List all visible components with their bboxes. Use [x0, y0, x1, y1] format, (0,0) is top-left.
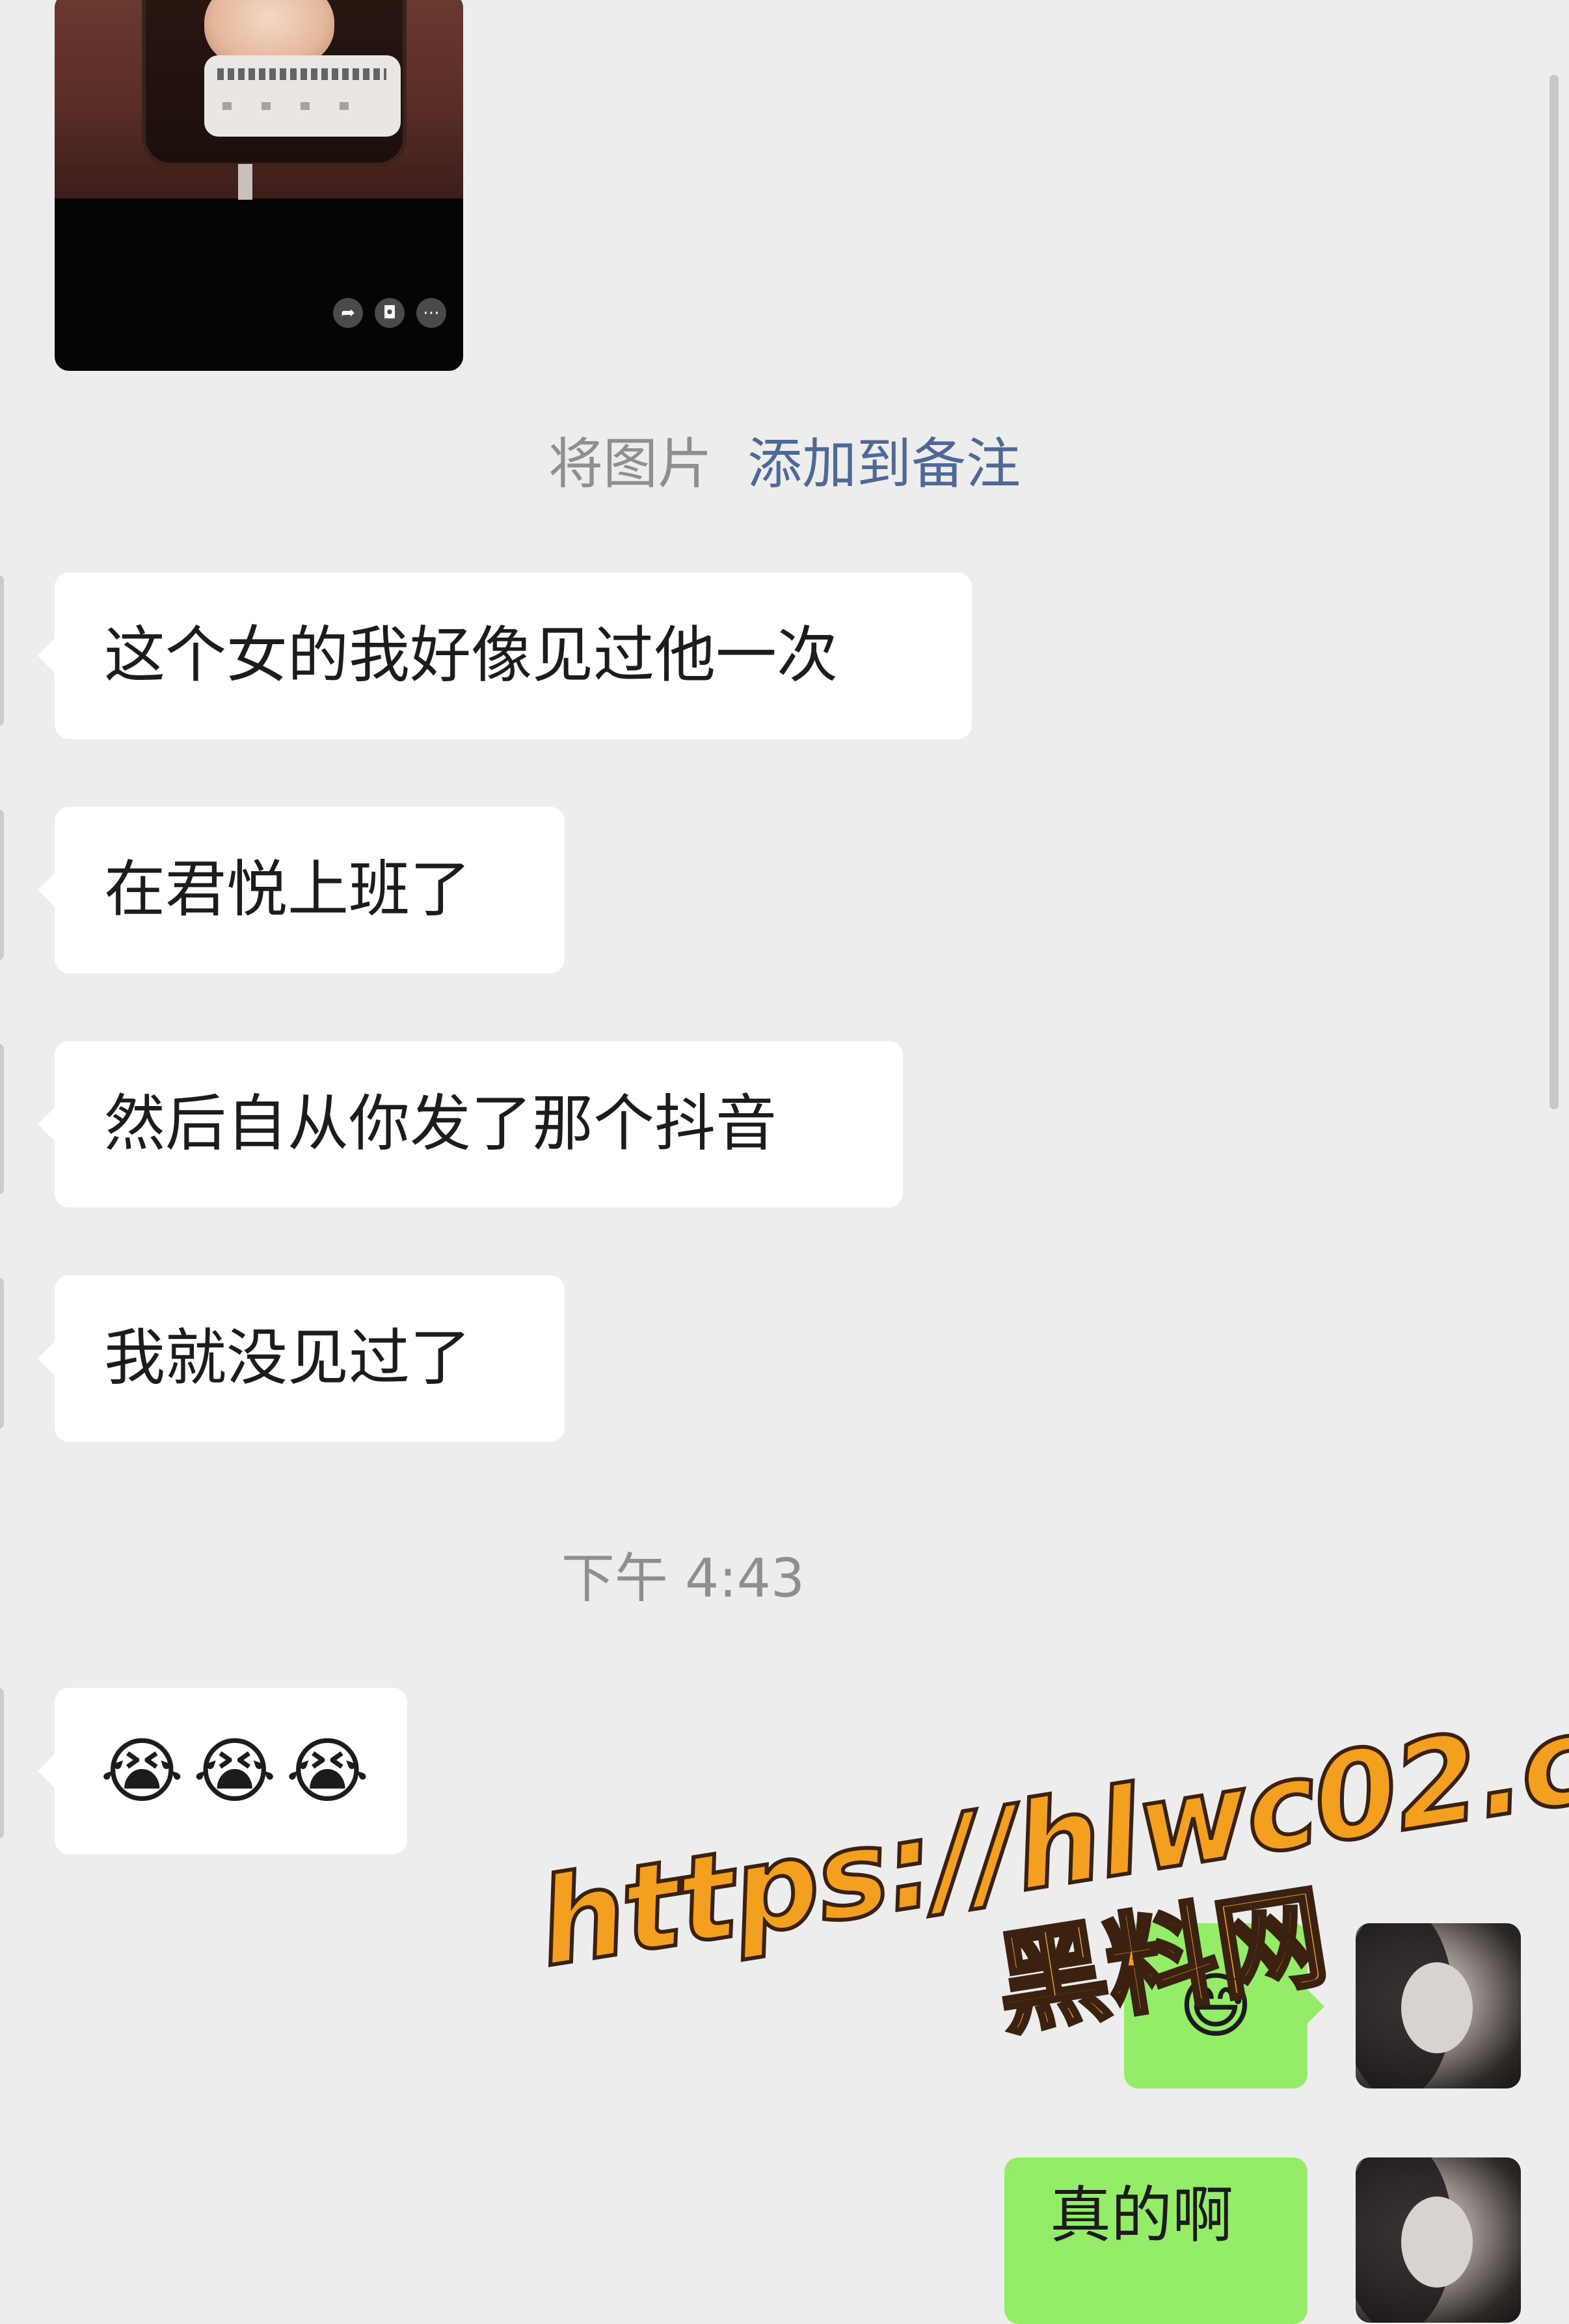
contact-avatar[interactable] — [0, 1044, 4, 1195]
self-avatar-face — [1401, 1962, 1473, 2053]
save-icon[interactable]: ◘ — [375, 298, 405, 328]
image-message-digits — [217, 68, 386, 80]
incoming-message[interactable]: 在君悦上班了 — [38, 807, 565, 973]
message-timestamp: 下午 4:43 — [561, 1548, 805, 1610]
image-message-stand — [238, 164, 252, 200]
incoming-message[interactable]: 这个女的我好像见过他一次 — [38, 573, 972, 739]
crying-face-icon: 😭 — [286, 1729, 369, 1813]
image-message-phone-graphic — [146, 0, 403, 163]
system-hint-text: 将图片 — [548, 432, 712, 496]
incoming-emoji-message[interactable]: 😭 😭 😭 — [38, 1688, 407, 1854]
image-message[interactable]: ➦ ◘ ⋯ — [55, 0, 463, 371]
crying-face-icon: 😭 — [193, 1729, 277, 1813]
self-avatar[interactable] — [1356, 2157, 1521, 2323]
contact-avatar[interactable] — [0, 1278, 4, 1429]
emoji-row: 😭 😭 😭 — [100, 1688, 369, 1854]
sweat-smile-icon: 😅 — [1178, 1964, 1254, 2047]
system-hint: 将图片 添加到备注 — [0, 428, 1569, 500]
image-message-icon-row — [222, 102, 379, 110]
scrollbar[interactable] — [1549, 75, 1559, 1109]
contact-avatar[interactable] — [0, 1688, 4, 1839]
outgoing-emoji-message[interactable]: 😅 — [1124, 1923, 1324, 2088]
contact-avatar[interactable] — [0, 575, 4, 726]
crying-face-icon: 😭 — [100, 1729, 184, 1813]
more-icon[interactable]: ⋯ — [416, 298, 446, 328]
contact-avatar[interactable] — [0, 809, 4, 960]
incoming-message[interactable]: 然后自从你发了那个抖音 — [38, 1041, 903, 1208]
add-to-remark-link[interactable]: 添加到备注 — [747, 432, 1021, 496]
self-avatar[interactable] — [1356, 1923, 1521, 2088]
self-avatar-face — [1401, 2196, 1473, 2288]
image-message-screen-card — [204, 55, 401, 137]
incoming-message[interactable]: 我就没见过了 — [38, 1275, 565, 1442]
image-message-actions: ➦ ◘ ⋯ — [333, 298, 446, 328]
outgoing-message[interactable]: 真的啊 — [1004, 2157, 1308, 2324]
share-icon[interactable]: ➦ — [333, 298, 363, 328]
